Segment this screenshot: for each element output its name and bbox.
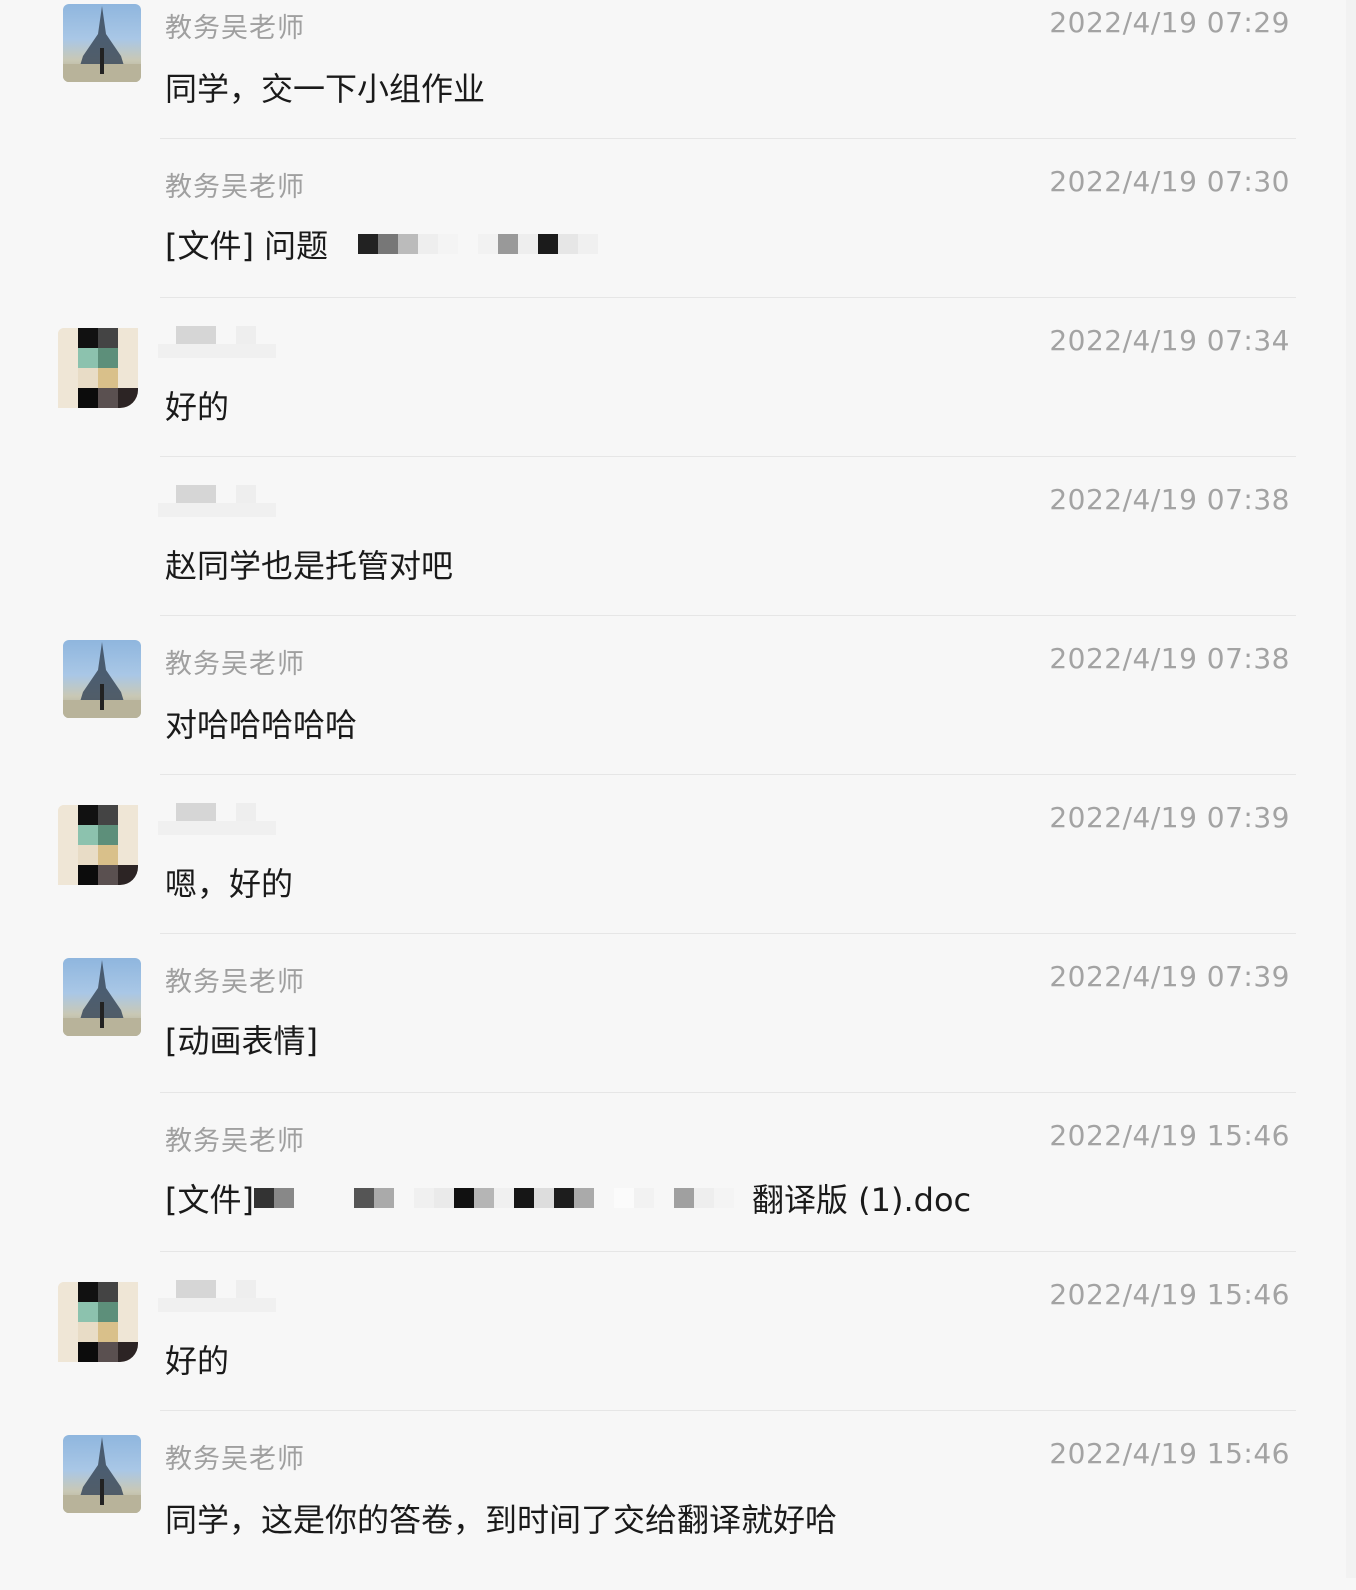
redacted-sender-name <box>158 318 288 360</box>
redacted-sender-name <box>158 477 288 519</box>
redacted-filename <box>253 1187 734 1209</box>
message-divider <box>160 297 1296 298</box>
avatar[interactable] <box>63 1435 141 1513</box>
message-timestamp: 2022/4/19 15:46 <box>1049 1119 1290 1152</box>
sender-name: 教务吴老师 <box>165 1126 305 1157</box>
sender-name: 教务吴老师 <box>165 967 305 998</box>
sender-name: 教务吴老师 <box>165 172 305 203</box>
message-item: 教务吴老师 2022/4/19 15:46 同学，这是你的答卷，到时间了交给翻译… <box>0 1431 1356 1590</box>
message-timestamp: 2022/4/19 07:30 <box>1049 165 1290 198</box>
message-divider <box>160 933 1296 934</box>
message-divider <box>160 1092 1296 1093</box>
message-text[interactable]: 同学，这是你的答卷，到时间了交给翻译就好哈 <box>165 1495 837 1541</box>
message-text[interactable]: [动画表情] <box>165 1016 318 1062</box>
sender-name: 教务吴老师 <box>165 13 305 44</box>
avatar[interactable] <box>58 1282 138 1362</box>
message-timestamp: 2022/4/19 07:39 <box>1049 801 1290 834</box>
message-text[interactable]: 好的 <box>165 382 229 428</box>
file-name: 翻译版 (1).doc <box>751 1181 972 1219</box>
message-text[interactable]: 好的 <box>165 1336 229 1382</box>
message-text[interactable]: 赵同学也是托管对吧 <box>165 541 453 587</box>
message-timestamp: 2022/4/19 07:34 <box>1049 324 1290 357</box>
message-timestamp: 2022/4/19 15:46 <box>1049 1437 1290 1470</box>
message-timestamp: 2022/4/19 07:38 <box>1049 483 1290 516</box>
message-divider <box>160 1410 1296 1411</box>
file-message[interactable]: [文件] 翻译版 (1).doc <box>165 1175 971 1221</box>
message-text[interactable]: 同学，交一下小组作业 <box>165 64 485 110</box>
redacted-sender-name <box>158 1272 288 1314</box>
file-message-label: [文件] <box>165 1181 254 1219</box>
avatar[interactable] <box>63 640 141 718</box>
message-divider <box>160 1251 1296 1252</box>
message-divider <box>160 138 1296 139</box>
message-item: 教务吴老师 2022/4/19 07:29 同学，交一下小组作业 <box>0 0 1356 159</box>
message-timestamp: 2022/4/19 07:39 <box>1049 960 1290 993</box>
message-item: 教务吴老师 2022/4/19 07:30 [文件] 问题 <box>0 159 1356 318</box>
message-item: 教务吴老师 2022/4/19 15:46 [文件] 翻译版 (1).doc <box>0 1113 1356 1272</box>
message-item: 2022/4/19 07:38 赵同学也是托管对吧 <box>0 477 1356 636</box>
message-item: 2022/4/19 07:34 好的 <box>0 318 1356 477</box>
message-divider <box>160 456 1296 457</box>
message-item: 2022/4/19 07:39 嗯，好的 <box>0 795 1356 954</box>
message-timestamp: 2022/4/19 07:38 <box>1049 642 1290 675</box>
file-message[interactable]: [文件] 问题 <box>165 221 604 267</box>
avatar[interactable] <box>58 805 138 885</box>
message-item: 教务吴老师 2022/4/19 07:38 对哈哈哈哈哈 <box>0 636 1356 795</box>
message-divider <box>160 774 1296 775</box>
sender-name: 教务吴老师 <box>165 1444 305 1475</box>
message-text[interactable]: 嗯，好的 <box>165 859 293 905</box>
sender-name: 教务吴老师 <box>165 649 305 680</box>
redacted-filename <box>358 233 599 255</box>
avatar[interactable] <box>63 4 141 82</box>
message-item: 教务吴老师 2022/4/19 07:39 [动画表情] <box>0 954 1356 1113</box>
message-item: 2022/4/19 15:46 好的 <box>0 1272 1356 1431</box>
message-divider <box>160 615 1296 616</box>
message-timestamp: 2022/4/19 15:46 <box>1049 1278 1290 1311</box>
avatar[interactable] <box>63 958 141 1036</box>
file-message-label: [文件] 问题 <box>165 227 329 265</box>
message-timestamp: 2022/4/19 07:29 <box>1049 6 1290 39</box>
avatar[interactable] <box>58 328 138 408</box>
message-text[interactable]: 对哈哈哈哈哈 <box>165 700 357 746</box>
redacted-sender-name <box>158 795 288 837</box>
